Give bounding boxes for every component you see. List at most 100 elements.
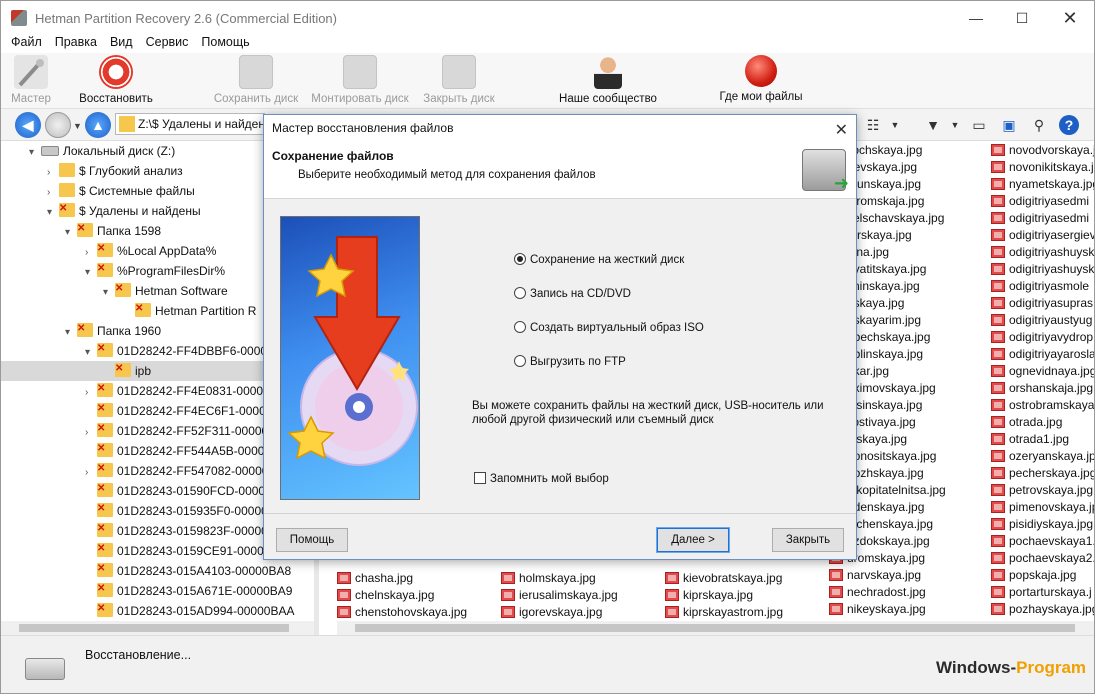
file-item[interactable]: otrada1.jpg [991, 431, 1094, 448]
tree-item[interactable]: 01D28243-0159823F-00000 [85, 519, 268, 541]
search-icon[interactable]: ⚲ [1029, 115, 1049, 135]
file-item[interactable]: odigitriyashuysk [991, 261, 1094, 278]
expand-arrow-icon[interactable]: › [85, 383, 97, 403]
address-bar[interactable]: Z:\$ Удалены и найдены [115, 113, 265, 135]
save-icon[interactable]: ▣ [999, 115, 1019, 135]
radio[interactable] [514, 355, 526, 367]
file-item[interactable]: chelnskaya.jpg [337, 587, 497, 604]
tree-item[interactable]: 01D28242-FF4EC6F1-00000 [85, 399, 272, 421]
tree-item[interactable]: ▾ %ProgramFilesDir% [85, 259, 225, 283]
help-icon[interactable]: ? [1059, 115, 1079, 135]
tree-item[interactable]: 01D28243-015935F0-00000 [85, 499, 268, 521]
radio[interactable] [514, 287, 526, 299]
filter-icon[interactable]: ▼ [923, 115, 943, 135]
master-button[interactable]: Мастер [9, 55, 53, 105]
expand-arrow-icon[interactable]: ▾ [65, 323, 77, 343]
file-item[interactable]: ostrobramskaya [991, 397, 1094, 414]
files-horizontal-scrollbar[interactable] [337, 621, 1094, 635]
tree-item[interactable]: ▾ $ Удалены и найдены [47, 199, 201, 223]
file-item[interactable]: holmskaya.jpg [501, 570, 661, 587]
tree-item[interactable]: 01D28243-015A4103-00000BA8 [85, 559, 291, 581]
file-item[interactable]: kiprskaya.jpg [665, 587, 825, 604]
radio[interactable] [514, 321, 526, 333]
file-item[interactable]: novonikitskaya.jpg [991, 159, 1094, 176]
tree-item[interactable]: › 01D28242-FF547082-00000 [85, 459, 268, 483]
scrollbar-thumb[interactable] [19, 624, 289, 632]
option-iso-image[interactable]: Создать виртуальный образ ISO [514, 320, 704, 336]
file-item[interactable]: ierusalimskaya.jpg [501, 587, 661, 604]
tree-item[interactable]: 01D28243-015AD994-00000BAA [85, 599, 294, 621]
file-item[interactable]: narvskaya.jpg [829, 567, 989, 584]
expand-arrow-icon[interactable]: ▾ [85, 343, 97, 363]
file-item[interactable]: odigitriyashuysk [991, 244, 1094, 261]
file-item[interactable]: pozhayskaya.jpg [991, 601, 1094, 618]
expand-arrow-icon[interactable]: › [85, 463, 97, 483]
expand-arrow-icon[interactable]: › [85, 423, 97, 443]
filter-dropdown-icon[interactable]: ▼ [945, 115, 965, 135]
option-burn-cd-dvd[interactable]: Запись на CD/DVD [514, 286, 631, 302]
file-item[interactable]: nyametskaya.jpg [991, 176, 1094, 193]
file-item[interactable]: pochaevskaya2.j [991, 550, 1094, 567]
tree-item[interactable]: ▾ 01D28242-FF4DBBF6-00000 [85, 339, 274, 363]
tree-item[interactable]: ▾ Hetman Software [103, 279, 228, 303]
file-item[interactable]: odigitriyayarosla [991, 346, 1094, 363]
file-item[interactable]: pecherskaya.jpg [991, 465, 1094, 482]
tree-item[interactable]: ▾ Папка 1960 [65, 319, 161, 343]
expand-arrow-icon[interactable]: ▾ [47, 203, 59, 223]
expand-arrow-icon[interactable]: ▾ [65, 223, 77, 243]
minimize-button[interactable]: — [953, 1, 999, 35]
file-item[interactable]: igorevskaya.jpg [501, 604, 661, 621]
help-button[interactable]: Помощь [276, 528, 348, 552]
menu-service[interactable]: Сервис [146, 35, 189, 53]
option-save-to-disk[interactable]: Сохранение на жесткий диск [514, 252, 684, 268]
mount-disk-button[interactable]: Монтировать диск [307, 55, 413, 105]
tree-item[interactable]: ▾ Локальный диск (Z:) [29, 141, 175, 161]
file-item[interactable]: ognevidnaya.jpg [991, 363, 1094, 380]
expand-arrow-icon[interactable]: › [85, 243, 97, 263]
tree-item[interactable]: › $ Системные файлы [47, 181, 195, 201]
up-icon[interactable]: ▲ [85, 112, 111, 138]
menu-view[interactable]: Вид [110, 35, 133, 53]
expand-arrow-icon[interactable]: ▾ [85, 263, 97, 283]
file-item[interactable]: odigitriyasedmi [991, 193, 1094, 210]
file-item[interactable]: odigitriyasedmi [991, 210, 1094, 227]
next-button[interactable]: Далее > [656, 527, 730, 553]
file-item[interactable]: pisidiyskaya.jpg [991, 516, 1094, 533]
menu-help[interactable]: Помощь [201, 35, 249, 53]
where-files-button[interactable]: Где мои файлы [715, 55, 807, 103]
tree-item[interactable]: 01D28243-0159CE91-00000 [85, 539, 270, 561]
file-item[interactable]: odigitriyasergiev [991, 227, 1094, 244]
tree-item[interactable]: › %Local AppData% [85, 239, 216, 263]
tree-item[interactable]: › 01D28242-FF52F311-00000 [85, 419, 268, 443]
back-icon[interactable]: ◀ [15, 112, 41, 138]
tree-item[interactable]: 01D28243-015A671E-00000BA9 [85, 579, 292, 601]
scrollbar-thumb[interactable] [355, 624, 1075, 632]
tree-item[interactable]: Hetman Partition R [123, 299, 256, 321]
remember-choice-checkbox[interactable]: Запомнить мой выбор [474, 472, 609, 485]
expand-arrow-icon[interactable]: ▾ [103, 283, 115, 303]
file-item[interactable]: otrada.jpg [991, 414, 1094, 431]
close-disk-button[interactable]: Закрыть диск [419, 55, 499, 105]
file-item[interactable]: orshanskaja.jpg [991, 380, 1094, 397]
option-upload-ftp[interactable]: Выгрузить по FTP [514, 354, 626, 370]
tree-item[interactable]: ▾ Папка 1598 [65, 219, 161, 243]
tree-item[interactable]: 01D28243-01590FCD-00000 [85, 479, 272, 501]
close-window-button[interactable]: ✕ [1047, 1, 1093, 35]
file-item[interactable]: petrovskaya.jpg [991, 482, 1094, 499]
file-item[interactable]: pimenovskaya.jpg [991, 499, 1094, 516]
file-item[interactable]: chenstohovskaya.jpg [337, 604, 497, 621]
view-mode-icon[interactable]: ☷ [863, 115, 883, 135]
tree-item[interactable]: › $ Глубокий анализ [47, 161, 183, 181]
maximize-button[interactable]: ☐ [999, 1, 1045, 35]
file-item[interactable]: odigitriyavydrop [991, 329, 1094, 346]
file-item[interactable]: chasha.jpg [337, 570, 497, 587]
view-dropdown-icon[interactable]: ▼ [885, 115, 905, 135]
forward-icon[interactable] [45, 112, 71, 138]
save-disk-button[interactable]: Сохранить диск [211, 55, 301, 105]
file-item[interactable]: odigitriyasupras [991, 295, 1094, 312]
file-item[interactable]: kiprskayastrom.jpg [665, 604, 825, 621]
file-item[interactable]: nechradost.jpg [829, 584, 989, 601]
history-dropdown-icon[interactable]: ▼ [73, 121, 82, 131]
close-button[interactable]: Закрыть [772, 528, 844, 552]
file-item[interactable]: nikeyskaya.jpg [829, 601, 989, 618]
